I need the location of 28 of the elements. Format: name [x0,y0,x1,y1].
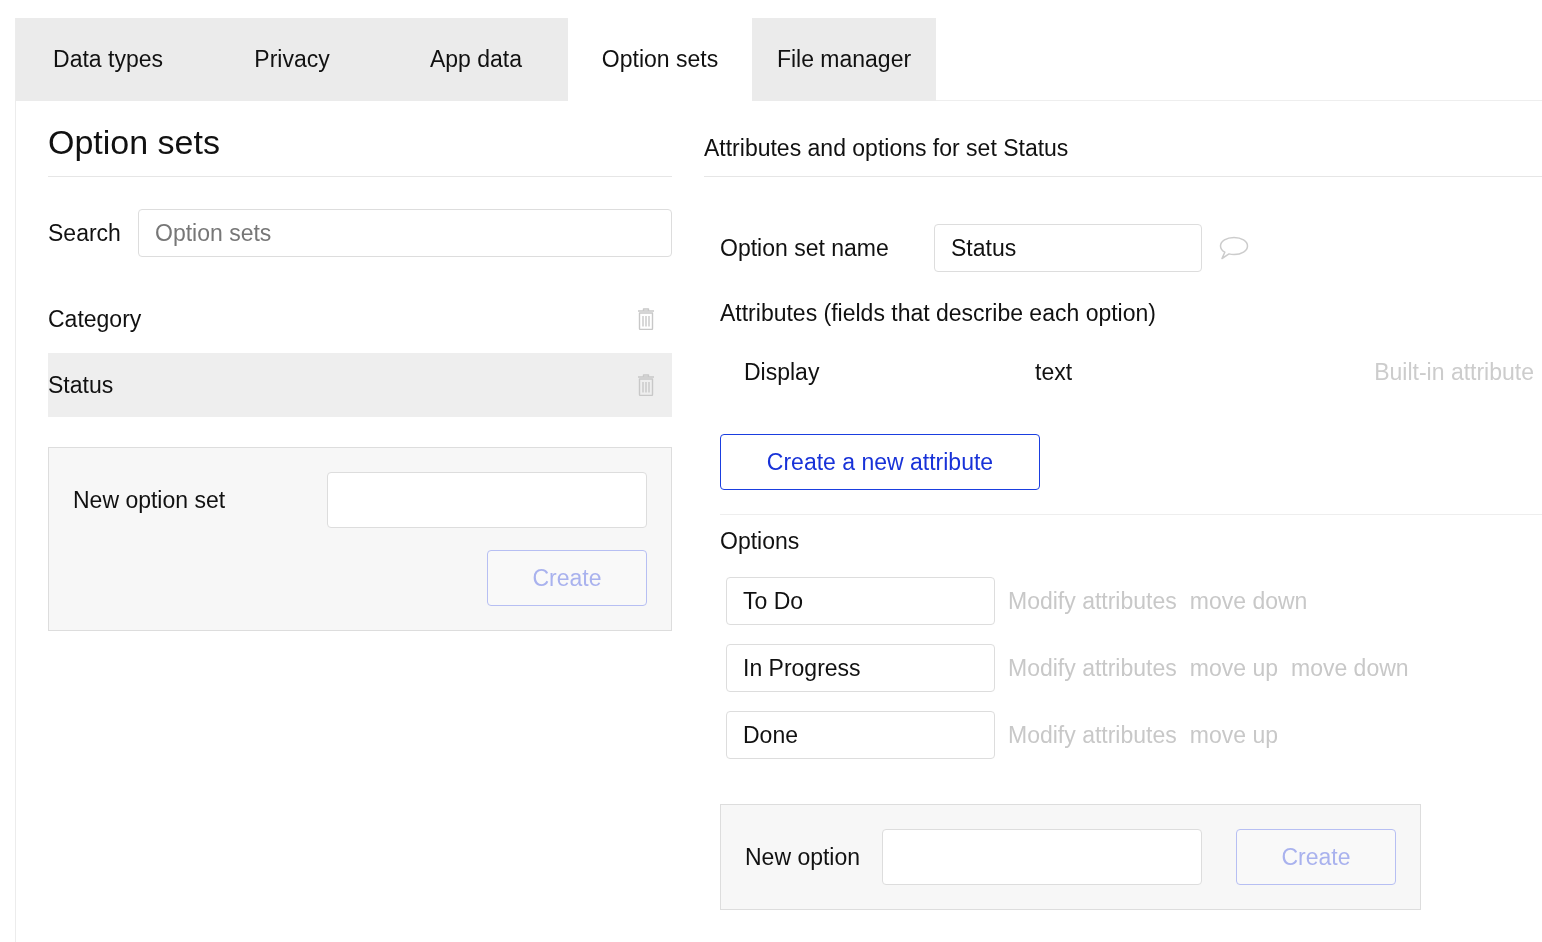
option-set-name-field[interactable]: Status [934,224,1202,272]
attribute-type: text [1035,358,1074,386]
option-field[interactable]: In Progress [726,644,995,692]
new-option-label: New option [745,843,862,871]
option-set-item[interactable]: Status [48,353,672,417]
speech-bubble-icon[interactable] [1219,236,1249,260]
tab[interactable]: Data types [16,18,200,101]
option-field[interactable]: To Do [726,577,995,625]
new-option-set-field[interactable] [327,472,647,528]
option-set-name: Category [48,305,142,333]
option-set-name: Status [48,371,114,399]
create-attribute-button[interactable]: Create a new attribute [720,434,1040,490]
tab[interactable]: App data [384,18,568,101]
tab[interactable]: File manager [752,18,936,101]
search-field[interactable]: Option sets [138,209,672,257]
trash-icon[interactable] [637,308,655,330]
trash-icon[interactable] [637,374,655,396]
new-option-set-label: New option set [73,486,227,514]
option-set-name-label: Option set name [720,234,890,262]
attribute-name: Display [744,358,821,386]
options-heading: Options [720,528,800,554]
panel-title: Option sets [48,121,220,162]
attributes-heading: Attributes (fields that describe each option) [720,300,1156,326]
tab[interactable]: Privacy [200,18,384,101]
panel-title: Attributes and options for set Status [704,135,1069,161]
option-field[interactable]: Done [726,711,995,759]
new-option-field[interactable] [882,829,1202,885]
search-label: Search [48,219,122,247]
